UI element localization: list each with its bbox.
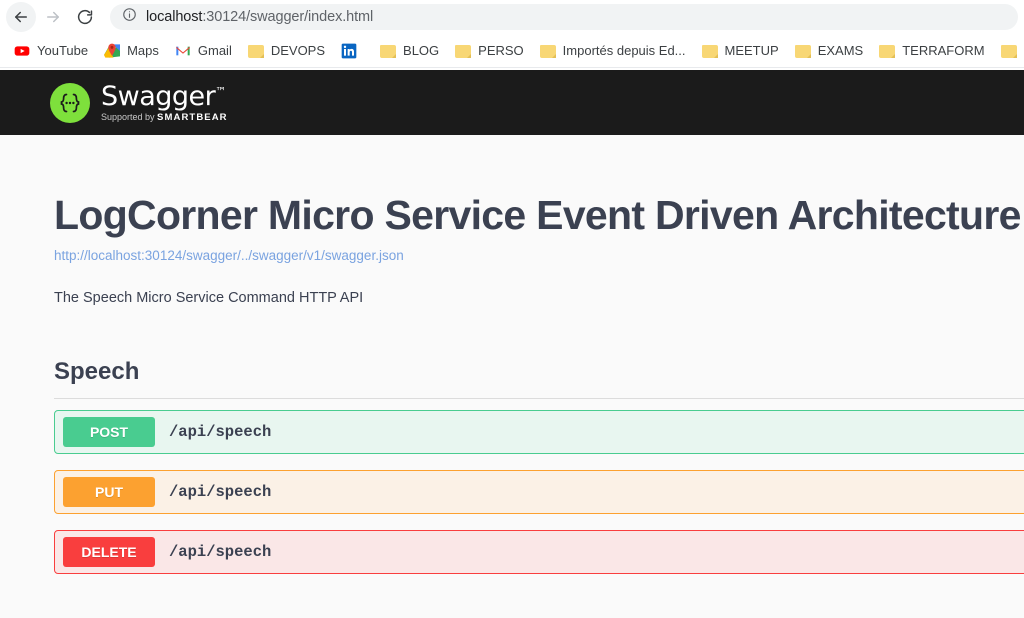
bookmark-label: EXAMS [818, 43, 864, 58]
bookmark-folder-meetup[interactable]: MEETUP [694, 39, 787, 62]
folder-icon [540, 44, 556, 58]
operation-row-delete[interactable]: DELETE /api/speech [54, 530, 1024, 574]
tag-section-speech: Speech POST /api/speech PUT /api/speech … [0, 358, 1024, 574]
bookmark-label: Gmail [198, 43, 232, 58]
bookmark-label: PERSO [478, 43, 524, 58]
api-description: The Speech Micro Service Command HTTP AP… [54, 290, 1024, 306]
bookmark-folder-devops[interactable]: DEVOPS [240, 39, 333, 62]
operations-list: POST /api/speech PUT /api/speech DELETE … [54, 410, 1024, 574]
url-path: :30124/swagger/index.html [202, 9, 373, 25]
browser-chrome: localhost:30124/swagger/index.html YouTu… [0, 0, 1024, 70]
forward-arrow-icon [44, 8, 62, 26]
folder-icon [455, 44, 471, 58]
smartbear-brand: SMARTBEAR [157, 112, 228, 123]
bookmark-folder-exams[interactable]: EXAMS [787, 39, 872, 62]
http-method-badge: PUT [63, 477, 155, 507]
reload-icon [76, 8, 94, 26]
bookmark-label: YouTube [37, 43, 88, 58]
folder-icon [795, 44, 811, 58]
linkedin-icon [341, 43, 357, 59]
bookmark-label: Maps [127, 43, 159, 58]
spec-url-link[interactable]: http://localhost:30124/swagger/../swagge… [54, 248, 1024, 263]
supported-by-text: Supported by [101, 112, 157, 122]
tag-title[interactable]: Speech [54, 358, 1024, 398]
tag-divider [54, 398, 1024, 399]
bookmark-gmail[interactable]: Gmail [167, 39, 240, 63]
bookmark-folder-blog[interactable]: BLOG [372, 39, 447, 62]
api-info-block: LogCorner Micro Service Event Driven Arc… [0, 135, 1024, 306]
bookmark-folder-importes[interactable]: Importés depuis Ed... [532, 39, 694, 62]
bookmark-youtube[interactable]: YouTube [6, 39, 96, 63]
swagger-ui-body: LogCorner Micro Service Event Driven Arc… [0, 135, 1024, 618]
operation-path: /api/speech [169, 423, 271, 441]
back-arrow-icon [12, 8, 30, 26]
supported-by-line: Supported by SMARTBEAR [101, 113, 228, 123]
bookmark-label: TERRAFORM [902, 43, 984, 58]
folder-icon [702, 44, 718, 58]
swagger-logo-title: Swagger™ [101, 83, 228, 110]
bookmark-maps[interactable]: Maps [96, 39, 167, 63]
bookmark-folder-perso[interactable]: PERSO [447, 39, 532, 62]
folder-icon [1001, 44, 1017, 58]
trademark-symbol: ™ [215, 85, 226, 98]
http-method-badge: POST [63, 417, 155, 447]
bookmark-folder-terraform[interactable]: TERRAFORM [871, 39, 992, 62]
operation-row-post[interactable]: POST /api/speech [54, 410, 1024, 454]
http-method-badge: DELETE [63, 537, 155, 567]
swagger-braces-icon [50, 83, 90, 123]
folder-icon [248, 44, 264, 58]
folder-icon [380, 44, 396, 58]
bookmark-linkedin[interactable] [333, 39, 372, 63]
site-info-icon[interactable] [122, 7, 137, 27]
address-bar-url: localhost:30124/swagger/index.html [146, 9, 373, 25]
url-host: localhost [146, 9, 202, 25]
youtube-icon [14, 43, 30, 59]
operation-path: /api/speech [169, 543, 271, 561]
bookmark-folder-overflow[interactable] [993, 40, 1024, 62]
operation-path: /api/speech [169, 483, 271, 501]
page-title: LogCorner Micro Service Event Driven Arc… [54, 192, 1024, 239]
swagger-topbar: Swagger™ Supported by SMARTBEAR Sele [0, 70, 1024, 135]
gmail-icon [175, 43, 191, 59]
forward-button[interactable] [38, 2, 68, 32]
reload-button[interactable] [70, 2, 100, 32]
swagger-logo-word: Swagger [101, 81, 215, 112]
swagger-logo[interactable]: Swagger™ Supported by SMARTBEAR [50, 83, 228, 123]
maps-icon [104, 43, 120, 59]
operation-row-put[interactable]: PUT /api/speech [54, 470, 1024, 514]
bookmark-label: MEETUP [725, 43, 779, 58]
address-bar[interactable]: localhost:30124/swagger/index.html [110, 4, 1018, 30]
browser-toolbar: localhost:30124/swagger/index.html [0, 0, 1024, 34]
bookmark-label: Importés depuis Ed... [563, 43, 686, 58]
bookmark-label: BLOG [403, 43, 439, 58]
bookmark-label: DEVOPS [271, 43, 325, 58]
back-button[interactable] [6, 2, 36, 32]
swagger-wordmark: Swagger™ Supported by SMARTBEAR [101, 83, 228, 123]
folder-icon [879, 44, 895, 58]
bookmarks-bar: YouTube Maps Gmail DEVOPS BLOG [0, 34, 1024, 68]
